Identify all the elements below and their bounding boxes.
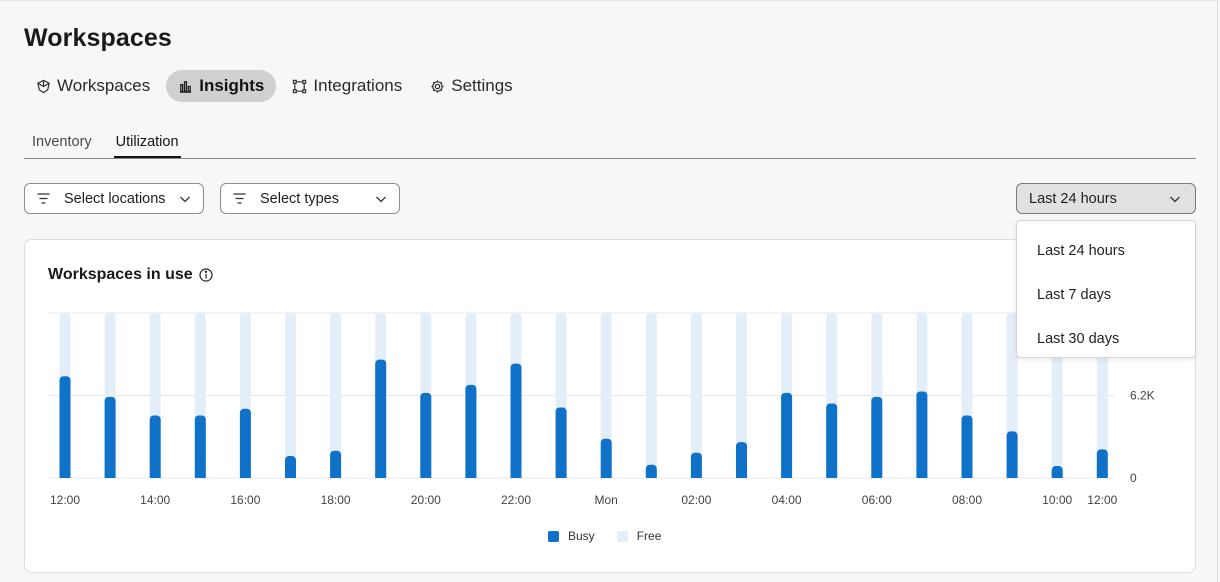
chevron-down-icon [180, 196, 190, 203]
filter-icon [233, 193, 246, 204]
tab-label: Workspaces [57, 76, 151, 95]
time-range-select[interactable]: Last 24 hours [1016, 183, 1196, 214]
bar-chart-icon [180, 80, 192, 93]
menu-item-last-30-days[interactable]: Last 30 days [1017, 317, 1195, 361]
chart-title-text: Workspaces in use [48, 266, 193, 283]
tab-settings[interactable]: Settings [418, 70, 524, 102]
time-range-label: Last 24 hours [1029, 190, 1117, 207]
legend-item-busy[interactable]: Busy [548, 529, 595, 543]
tab-label: Settings [451, 76, 513, 95]
chevron-down-icon [376, 196, 386, 203]
tab-label: Insights [199, 76, 265, 95]
chevron-down-icon [1170, 196, 1180, 203]
subtab-inventory[interactable]: Inventory [24, 126, 100, 158]
chart-legend: Busy Free [548, 529, 683, 543]
legend-label-free: Free [636, 529, 662, 543]
gear-icon [431, 79, 444, 93]
time-range-menu: Last 24 hours Last 7 days Last 30 days [1016, 220, 1196, 358]
info-icon[interactable] [199, 268, 213, 282]
select-locations-label: Select locations [64, 190, 166, 207]
page-title: Workspaces [24, 24, 172, 52]
chart-title: Workspaces in use [48, 266, 213, 284]
integrations-icon [293, 79, 307, 93]
main-tabs: Workspaces Insights Integrations Setting… [24, 70, 529, 102]
menu-item-last-24-hours[interactable]: Last 24 hours [1017, 229, 1195, 273]
legend-label-busy: Busy [568, 529, 595, 543]
subtab-utilization[interactable]: Utilization [113, 126, 181, 158]
select-locations-dropdown[interactable]: Select locations [24, 183, 204, 214]
filter-icon [37, 193, 50, 204]
tab-label: Integrations [313, 76, 403, 95]
legend-item-free[interactable]: Free [616, 529, 662, 543]
sub-tabs: Inventory Utilization [24, 126, 1196, 159]
menu-item-last-7-days[interactable]: Last 7 days [1017, 273, 1195, 317]
tab-integrations[interactable]: Integrations [280, 70, 414, 102]
legend-swatch-free [616, 530, 628, 542]
select-types-dropdown[interactable]: Select types [220, 183, 400, 214]
tab-insights[interactable]: Insights [166, 70, 277, 102]
select-types-label: Select types [260, 190, 339, 207]
tab-workspaces[interactable]: Workspaces [24, 70, 162, 102]
workspace-icon [37, 79, 50, 93]
legend-swatch-busy [548, 530, 559, 542]
